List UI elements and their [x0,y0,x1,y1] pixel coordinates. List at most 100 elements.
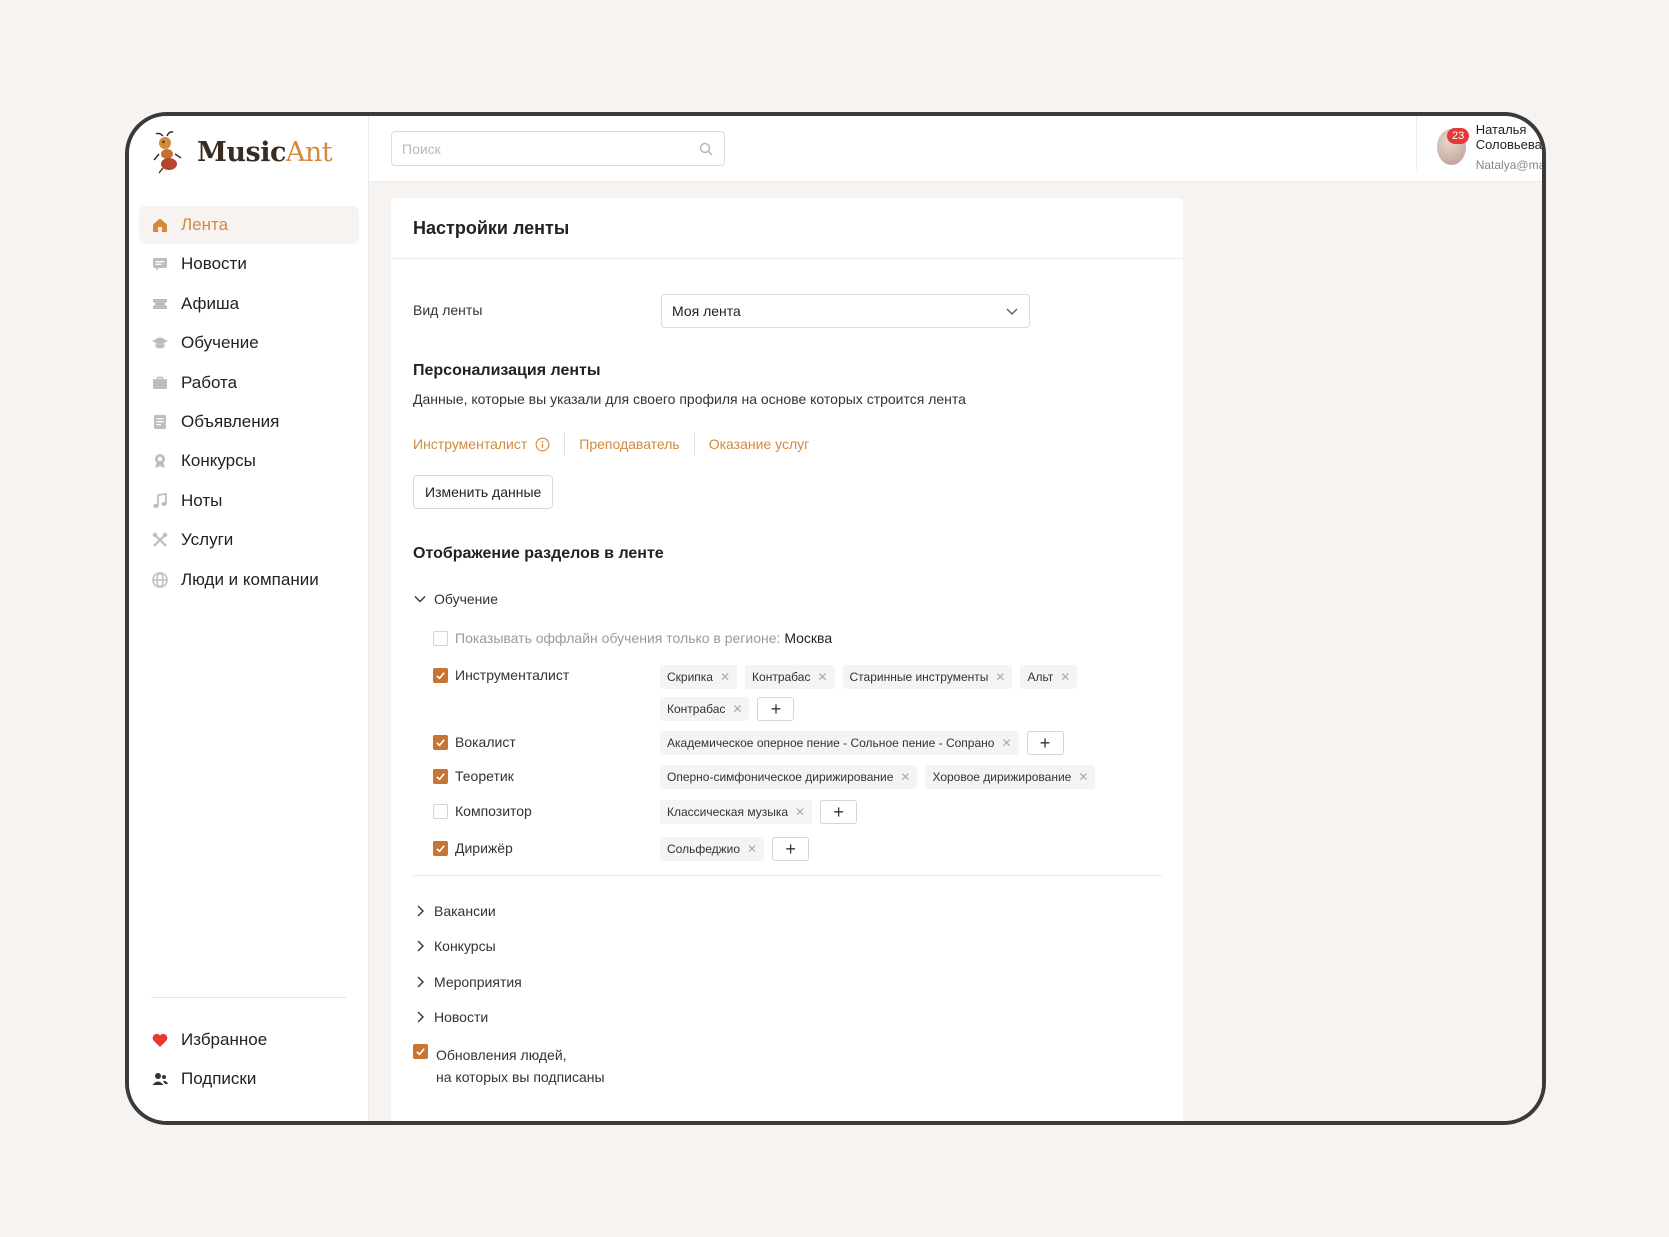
personalization-description: Данные, которые вы указали для своего пр… [413,391,966,407]
role-links: Инструменталист Преподаватель Оказание у… [413,433,809,455]
sidebar-item-services[interactable]: Услуги [139,521,359,559]
info-icon[interactable] [535,437,550,452]
remove-tag-icon[interactable]: ✕ [1001,736,1011,750]
accordion-education[interactable]: Обучение [413,591,498,607]
users-icon [151,1070,169,1088]
heart-icon [151,1031,169,1049]
remove-tag-icon[interactable]: ✕ [732,702,742,716]
accordion-vacancies[interactable]: Вакансии [413,903,496,919]
vocalist-checkbox[interactable] [433,735,448,750]
sidebar-item-feed[interactable]: Лента [139,206,359,244]
sidebar-item-label: Работа [181,372,238,392]
logo[interactable]: MusicAnt [149,130,333,174]
composer-checkbox[interactable] [433,804,448,819]
brand-name: MusicAnt [197,136,333,168]
vocalist-tags: Академическое оперное пение - Сольное пе… [660,731,1160,755]
ticket-icon [151,295,169,313]
sidebar-item-label: Лента [181,215,229,234]
search-icon[interactable] [698,141,714,157]
offline-region-value[interactable]: Москва [784,630,832,646]
tag: Контрабас ✕ [745,665,835,689]
accordion-events[interactable]: Мероприятия [413,974,522,990]
sidebar-nav: Лента Новости Афиша Обучение Работа Объя… [139,206,359,600]
chevron-right-icon [417,940,424,952]
sidebar-item-subscriptions[interactable]: Подписки [139,1060,359,1098]
remove-tag-icon[interactable]: ✕ [1060,670,1070,684]
role-teacher-link[interactable]: Преподаватель [579,436,679,452]
instrumentalist-label: Инструменталист [455,667,570,683]
feed-type-value: Моя лента [672,303,741,319]
feed-settings-card: Настройки ленты Вид ленты Моя лента Перс… [391,198,1183,1121]
add-tag-button[interactable]: + [1026,731,1064,755]
sidebar-item-events[interactable]: Афиша [139,285,359,323]
sidebar-item-news[interactable]: Новости [139,245,359,283]
user-profile[interactable]: 23 Наталья Соловьева Natalya@mail.ru [1437,122,1542,172]
search-box[interactable] [391,131,725,166]
sidebar-item-label: Афиша [181,293,240,313]
vocalist-label: Вокалист [455,734,516,750]
remove-tag-icon[interactable]: ✕ [817,670,827,684]
document-icon [151,413,169,431]
offline-region-label: Показывать оффлайн обучения только в рег… [455,630,833,646]
sidebar-item-jobs[interactable]: Работа [139,364,359,402]
tag: Классическая музыка ✕ [660,800,813,824]
sidebar-item-label: Услуги [181,530,234,550]
accordion-contests[interactable]: Конкурсы [413,938,496,954]
people-updates-checkbox[interactable] [413,1044,428,1059]
sidebar: MusicAnt Лента Новости Афиша Обучение Ра… [129,116,369,1121]
ant-logo-icon [153,131,182,174]
chevron-down-icon [1006,308,1018,315]
accordion-label: Мероприятия [434,974,522,990]
tag: Оперно-симфоническое дирижирование ✕ [660,765,918,789]
remove-tag-icon[interactable]: ✕ [747,842,757,856]
instrumentalist-tags: Скрипка ✕ Контрабас ✕ Старинные инструмент… [660,665,1080,721]
topbar-separator [1416,116,1417,170]
user-info: Наталья Соловьева Natalya@mail.ru [1475,122,1542,172]
sidebar-item-favorites[interactable]: Избранное [139,1021,359,1059]
search-input[interactable] [402,140,698,157]
sidebar-item-people[interactable]: Люди и компании [139,561,359,599]
remove-tag-icon[interactable]: ✕ [1078,770,1088,784]
user-name: Наталья Соловьева [1475,122,1542,152]
tag: Сольфеджио ✕ [660,837,765,861]
instrumentalist-checkbox[interactable] [433,668,448,683]
sidebar-item-ads[interactable]: Объявления [139,403,359,441]
app-window: MusicAnt Лента Новости Афиша Обучение Ра… [125,112,1546,1125]
remove-tag-icon[interactable]: ✕ [995,670,1005,684]
accordion-news[interactable]: Новости [413,1009,488,1025]
role-separator [693,433,695,455]
tag: Контрабас ✕ [660,697,750,721]
sidebar-item-sheet-music[interactable]: Ноты [139,482,359,520]
conductor-tags: Сольфеджио ✕ + [660,837,1160,861]
chevron-right-icon [417,976,424,988]
add-tag-button[interactable]: + [772,837,810,861]
role-instrumentalist-link[interactable]: Инструменталист [413,436,527,452]
add-tag-button[interactable]: + [820,800,858,824]
remove-tag-icon[interactable]: ✕ [795,805,805,819]
sidebar-item-education[interactable]: Обучение [139,324,359,362]
sidebar-item-label: Обучение [181,333,259,353]
composer-tags: Классическая музыка ✕ + [660,800,1160,824]
remove-tag-icon[interactable]: ✕ [900,770,910,784]
sections-title: Отображение разделов в ленте [413,545,664,562]
theorist-checkbox[interactable] [433,769,448,784]
role-services-link[interactable]: Оказание услуг [709,436,810,452]
tag: Старинные инструменты ✕ [842,665,1013,689]
award-icon [151,452,169,470]
tag: Академическое оперное пение - Сольное пе… [660,731,1019,755]
change-data-button[interactable]: Изменить данные [413,475,554,509]
sidebar-item-label: Конкурсы [181,451,256,471]
chevron-down-icon [414,596,426,603]
accordion-label: Новости [434,1009,489,1025]
add-tag-button[interactable]: + [757,697,795,721]
sidebar-item-label: Ноты [181,490,223,510]
feed-type-select[interactable]: Моя лента [661,294,1030,328]
conductor-checkbox[interactable] [433,841,448,856]
offline-region-checkbox[interactable] [433,631,448,646]
sidebar-bottom-nav: Избранное Подписки [139,1021,359,1100]
remove-tag-icon[interactable]: ✕ [720,670,730,684]
tag: Альт ✕ [1020,665,1078,689]
sidebar-item-label: Люди и компании [181,569,319,589]
avatar[interactable]: 23 [1437,128,1470,165]
sidebar-item-contests[interactable]: Конкурсы [139,442,359,480]
